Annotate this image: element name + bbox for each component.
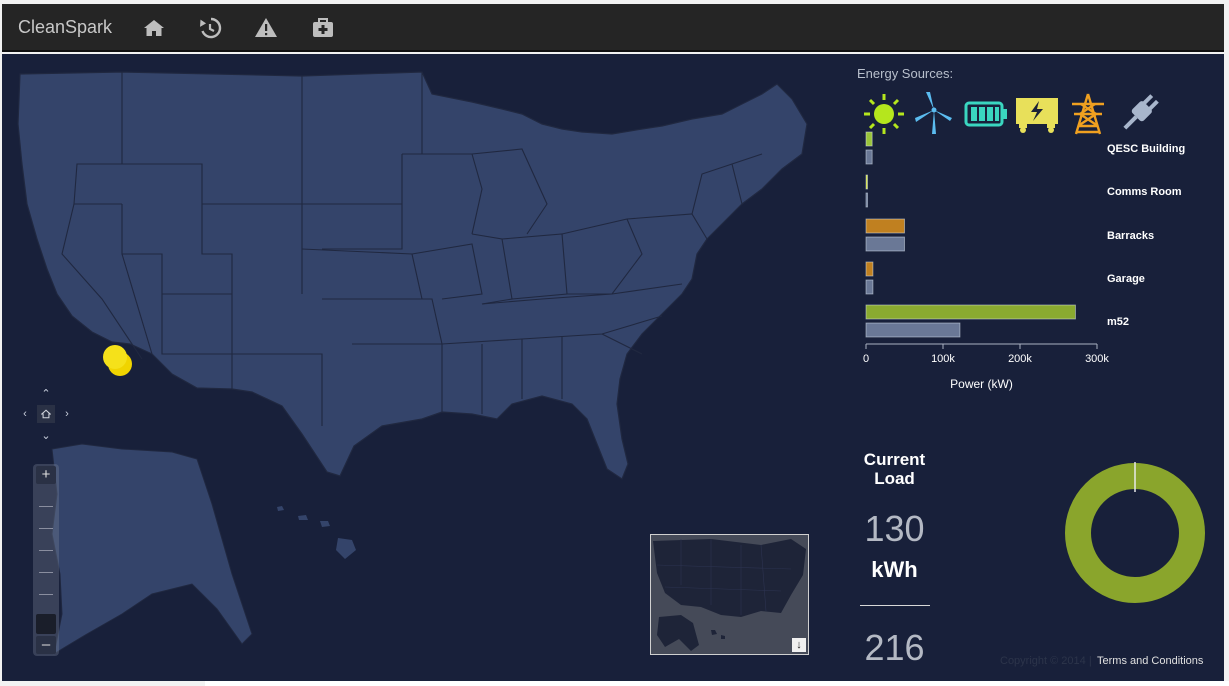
zoom-slider[interactable]: + – <box>33 464 59 656</box>
hawaii-islands <box>277 506 356 559</box>
dashboard: ⌃ ‹ › ⌄ + – ↓ Energy Sources: QESC Build… <box>2 54 1224 681</box>
zoom-out-button[interactable]: – <box>36 636 56 654</box>
pan-down-icon[interactable]: ⌄ <box>37 426 55 444</box>
current-load-title: Current Load <box>852 450 937 488</box>
current-load-title-line2: Load <box>874 469 915 488</box>
brand-name[interactable]: CleanSpark <box>18 17 112 38</box>
load-divider <box>860 605 930 606</box>
pan-control: ⌃ ‹ › ⌄ <box>16 384 76 444</box>
alaska-landmass <box>51 443 253 656</box>
x-tick-label: 0 <box>863 353 869 365</box>
bar-qesc-building-1[interactable] <box>865 149 873 165</box>
category-label: Barracks <box>1107 230 1154 242</box>
bar-comms-room-1[interactable] <box>865 192 868 208</box>
home-icon[interactable] <box>37 405 55 423</box>
category-label: Garage <box>1107 273 1145 285</box>
us-landmass <box>17 71 808 480</box>
bar-m52-0[interactable] <box>865 304 1076 320</box>
category-label: m52 <box>1107 316 1129 328</box>
zoom-tick <box>39 550 53 551</box>
copyright-text: Copyright © 2014 | <box>1000 655 1092 667</box>
warning-icon[interactable] <box>254 16 278 40</box>
current-load-title-line1: Current <box>863 450 926 469</box>
x-tick-label: 100k <box>931 353 955 365</box>
pan-up-icon[interactable]: ⌃ <box>37 384 55 402</box>
overview-toggle-icon[interactable]: ↓ <box>792 638 806 652</box>
medkit-icon[interactable] <box>311 16 335 40</box>
current-load-value: 130 <box>864 508 925 549</box>
taskbar-strip <box>205 681 1229 686</box>
bar-qesc-building-0[interactable] <box>865 131 873 147</box>
bar-garage-0[interactable] <box>865 261 874 277</box>
zoom-tick <box>39 528 53 529</box>
bar-garage-1[interactable] <box>865 279 874 295</box>
overview-map-image <box>653 539 806 651</box>
bar-comms-room-0[interactable] <box>865 174 868 190</box>
zoom-tick <box>39 594 53 595</box>
app-window: CleanSpark ⌃ ‹ › ⌄ + – ↓ Energy Sources:… <box>0 0 1229 686</box>
power-bar-chart: QESC Building Comms Room Barracks Garage m52… <box>863 131 1185 391</box>
energy-sources-title: Energy Sources: <box>857 66 954 81</box>
category-label: Comms Room <box>1107 186 1182 198</box>
bar-m52-1[interactable] <box>865 322 961 338</box>
pan-left-icon[interactable]: ‹ <box>16 405 34 423</box>
x-tick-label: 300k <box>1085 353 1109 365</box>
home-icon[interactable] <box>142 16 166 40</box>
site-marker <box>103 345 127 369</box>
zoom-handle[interactable] <box>36 614 56 634</box>
x-tick-label: 200k <box>1008 353 1032 365</box>
current-load-unit: kWh <box>871 557 918 582</box>
bar-barracks-1[interactable] <box>865 236 905 252</box>
pan-right-icon[interactable]: › <box>58 405 76 423</box>
x-axis-label: Power (kW) <box>950 377 1013 391</box>
secondary-load-value: 216 <box>864 627 925 668</box>
history-icon[interactable] <box>198 16 222 40</box>
overview-map[interactable]: ↓ <box>650 534 809 655</box>
load-donut-chart <box>1065 462 1205 603</box>
terms-link[interactable]: Terms and Conditions <box>1097 655 1203 667</box>
category-label: QESC Building <box>1107 143 1185 155</box>
zoom-tick <box>39 572 53 573</box>
zoom-in-button[interactable]: + <box>36 466 56 484</box>
zoom-tick <box>39 506 53 507</box>
donut-ring <box>1065 463 1205 603</box>
map[interactable]: ⌃ ‹ › ⌄ + – ↓ <box>2 54 842 681</box>
navbar: CleanSpark <box>2 4 1224 52</box>
bar-barracks-0[interactable] <box>865 218 905 234</box>
